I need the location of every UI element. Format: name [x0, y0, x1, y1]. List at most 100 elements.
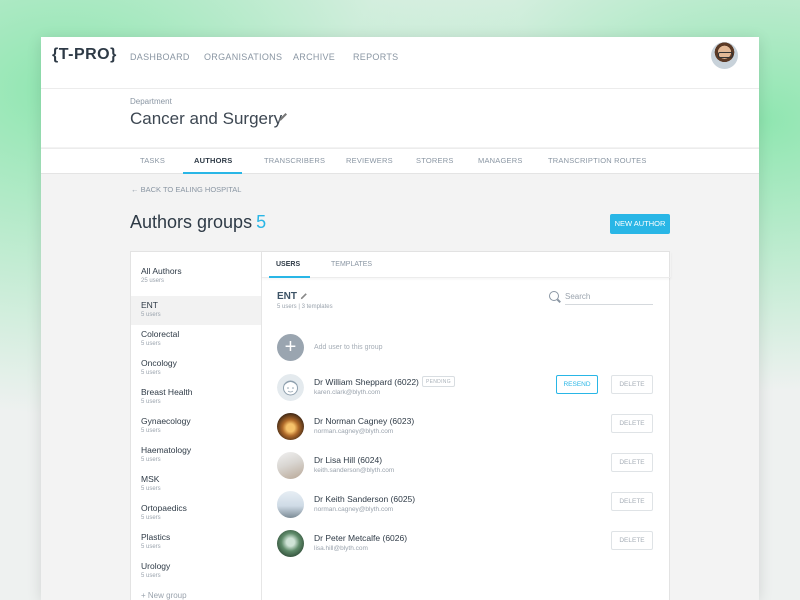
group-name: Breast Health — [141, 387, 193, 397]
group-count: 5 users — [141, 341, 161, 347]
group-colorectal[interactable]: Colorectal 5 users — [131, 325, 261, 354]
group-plastics[interactable]: Plastics 5 users — [131, 528, 261, 557]
user-name: Dr Keith Sanderson (6025) — [314, 494, 416, 504]
active-subtab-indicator — [269, 276, 310, 278]
group-ortopaedics[interactable]: Ortopaedics 5 users — [131, 499, 261, 528]
department-label: Department — [130, 97, 172, 106]
group-urology[interactable]: Urology 5 users — [131, 557, 261, 586]
new-group-link[interactable]: + New group — [141, 591, 187, 600]
back-link[interactable]: ← BACK TO EALING HOSPITAL — [131, 185, 241, 194]
user-photo — [277, 413, 304, 440]
add-user-button[interactable]: + — [277, 334, 304, 361]
user-email: karen.clark@blyth.com — [314, 389, 381, 396]
delete-button[interactable]: DELETE — [611, 453, 653, 472]
group-count: 5 users — [141, 312, 161, 318]
groups-panel: All Authors 25 users ENT 5 users Colorec… — [130, 251, 671, 600]
nav-archive[interactable]: ARCHIVE — [293, 52, 335, 62]
user-email: norman.cagney@blyth.com — [314, 428, 394, 435]
group-name: Ortopaedics — [141, 503, 187, 513]
group-name: Plastics — [141, 532, 171, 542]
selected-group-title: ENT — [277, 291, 297, 302]
tab-transcription-routes[interactable]: TRANSCRIPTION ROUTES — [548, 156, 647, 165]
tab-tasks[interactable]: TASKS — [140, 156, 165, 165]
page-title: Authors groups 5 — [130, 212, 266, 233]
active-tab-indicator — [183, 172, 242, 174]
add-user-label[interactable]: Add user to this group — [314, 344, 383, 351]
group-oncology[interactable]: Oncology 5 users — [131, 354, 261, 383]
group-name: Haematology — [141, 445, 192, 455]
resend-button[interactable]: RESEND — [556, 375, 598, 394]
group-name: MSK — [141, 474, 160, 484]
user-name: Dr William Sheppard (6022) — [314, 377, 419, 387]
subtab-templates[interactable]: TEMPLATES — [331, 261, 372, 268]
group-breast-health[interactable]: Breast Health 5 users — [131, 383, 261, 412]
selected-group-meta: 5 users | 3 templates — [277, 304, 333, 310]
user-photo — [277, 491, 304, 518]
nav-reports[interactable]: REPORTS — [353, 52, 398, 62]
user-email: keith.sanderson@blyth.com — [314, 467, 395, 474]
delete-button[interactable]: DELETE — [611, 492, 653, 511]
group-all-authors[interactable]: All Authors 25 users — [131, 260, 261, 290]
groups-sidebar: All Authors 25 users ENT 5 users Colorec… — [131, 252, 262, 600]
user-name: Dr Norman Cagney (6023) — [314, 416, 415, 426]
tab-storers[interactable]: STORERS — [416, 156, 454, 165]
user-name: Dr Peter Metcalfe (6026) — [314, 533, 408, 543]
department-title: Cancer and Surgery — [130, 109, 283, 128]
tpro-logo[interactable]: {T-PRO} — [52, 46, 117, 64]
group-count: 5 users — [141, 515, 161, 521]
edit-group-pencil-icon[interactable] — [300, 292, 308, 300]
user-photo — [277, 530, 304, 557]
department-tabs: TASKS AUTHORS TRANSCRIBERS REVIEWERS STO… — [41, 148, 759, 174]
tab-transcribers[interactable]: TRANSCRIBERS — [264, 156, 325, 165]
group-msk[interactable]: MSK 5 users — [131, 470, 261, 499]
app-window: {T-PRO} DASHBOARD ORGANISATIONS ARCHIVE … — [41, 37, 759, 600]
group-count: 5 users — [141, 370, 161, 376]
group-gynaecology[interactable]: Gynaecology 5 users — [131, 412, 261, 441]
search-input[interactable] — [565, 289, 653, 305]
user-photo — [277, 452, 304, 479]
nav-organisations[interactable]: ORGANISATIONS — [204, 52, 282, 62]
nav-dashboard[interactable]: DASHBOARD — [130, 52, 190, 62]
group-name: Gynaecology — [141, 416, 191, 426]
department-header: Department Cancer and Surgery — [41, 89, 759, 147]
tab-managers[interactable]: MANAGERS — [478, 156, 523, 165]
subtab-users[interactable]: USERS — [276, 261, 300, 268]
group-count: 25 users — [141, 278, 165, 284]
user-row: Dr William Sheppard (6022) karen.clark@b… — [277, 374, 657, 404]
group-name: Oncology — [141, 358, 177, 368]
group-ent[interactable]: ENT 5 users — [131, 296, 261, 325]
group-count: 5 users — [141, 457, 161, 463]
search-icon[interactable] — [549, 291, 559, 301]
delete-button[interactable]: DELETE — [611, 414, 653, 433]
user-row: Dr Lisa Hill (6024) keith.sanderson@blyt… — [277, 452, 657, 482]
groups-count: 5 — [256, 212, 267, 232]
group-count: 5 users — [141, 544, 161, 550]
group-name: Urology — [141, 561, 171, 571]
edit-pencil-icon[interactable] — [277, 111, 289, 123]
top-navbar: {T-PRO} DASHBOARD ORGANISATIONS ARCHIVE … — [41, 37, 759, 89]
group-name: All Authors — [141, 266, 182, 276]
user-avatar[interactable] — [711, 42, 738, 69]
delete-button[interactable]: DELETE — [611, 531, 653, 550]
group-name: ENT — [141, 300, 158, 310]
group-count: 5 users — [141, 428, 161, 434]
user-row: Dr Keith Sanderson (6025) norman.cagney@… — [277, 491, 657, 521]
tab-authors[interactable]: AUTHORS — [194, 156, 232, 165]
tab-reviewers[interactable]: REVIEWERS — [346, 156, 393, 165]
user-row: Dr Peter Metcalfe (6026) lisa.hill@blyth… — [277, 530, 657, 560]
user-row: Dr Norman Cagney (6023) norman.cagney@bl… — [277, 413, 657, 443]
group-haematology[interactable]: Haematology 5 users — [131, 441, 261, 470]
user-email: norman.cagney@blyth.com — [314, 506, 394, 513]
group-count: 5 users — [141, 399, 161, 405]
group-count: 5 users — [141, 573, 161, 579]
pending-badge: PENDING — [422, 376, 455, 387]
group-count: 5 users — [141, 486, 161, 492]
group-subtabs: USERS TEMPLATES — [262, 252, 671, 278]
placeholder-face-icon — [277, 374, 304, 401]
page-title-text: Authors groups — [130, 212, 253, 232]
user-name: Dr Lisa Hill (6024) — [314, 455, 383, 465]
new-author-button[interactable]: NEW AUTHOR — [610, 214, 670, 234]
group-name: Colorectal — [141, 329, 180, 339]
user-email: lisa.hill@blyth.com — [314, 545, 368, 552]
delete-button[interactable]: DELETE — [611, 375, 653, 394]
